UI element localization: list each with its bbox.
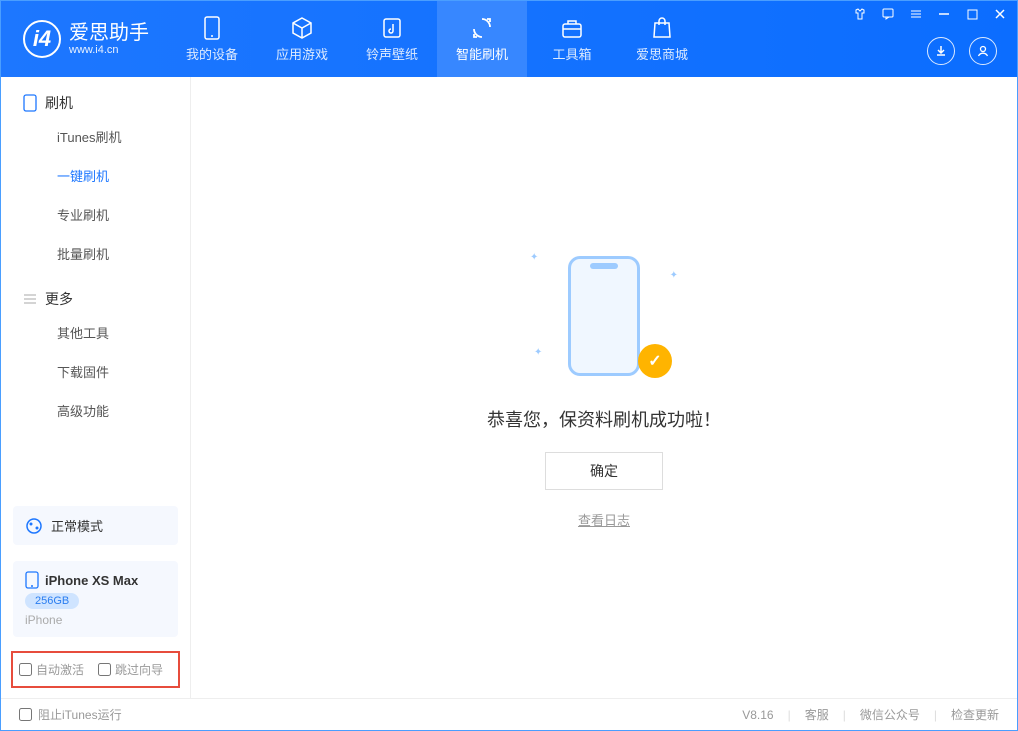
close-button[interactable] bbox=[993, 7, 1007, 21]
capacity-badge: 256GB bbox=[25, 593, 79, 609]
sidebar-group-flash: 刷机 bbox=[1, 77, 190, 117]
sidebar-item-batch-flash[interactable]: 批量刷机 bbox=[1, 234, 190, 273]
sidebar-item-oneclick-flash[interactable]: 一键刷机 bbox=[1, 156, 190, 195]
skip-guide-checkbox[interactable]: 跳过向导 bbox=[98, 661, 163, 678]
tab-label: 爱思商城 bbox=[636, 44, 688, 63]
sidebar-item-pro-flash[interactable]: 专业刷机 bbox=[1, 195, 190, 234]
sidebar-item-other-tools[interactable]: 其他工具 bbox=[1, 313, 190, 352]
brand-name: 爱思助手 bbox=[69, 22, 149, 44]
skip-guide-input[interactable] bbox=[98, 663, 111, 676]
header-actions bbox=[927, 37, 997, 65]
ok-button[interactable]: 确定 bbox=[545, 452, 663, 490]
logo-icon: i4 bbox=[23, 20, 61, 58]
phone-small-icon bbox=[23, 94, 37, 112]
tab-label: 应用游戏 bbox=[276, 44, 328, 63]
success-message: 恭喜您，保资料刷机成功啦！ bbox=[487, 406, 721, 432]
auto-activate-checkbox[interactable]: 自动激活 bbox=[19, 661, 84, 678]
main-content: ✦ ✦ ✦ ✓ 恭喜您，保资料刷机成功啦！ 确定 查看日志 bbox=[191, 77, 1017, 698]
feedback-icon[interactable] bbox=[881, 7, 895, 21]
toolbox-icon bbox=[560, 16, 584, 40]
logo[interactable]: i4 爱思助手 www.i4.cn bbox=[1, 20, 167, 58]
divider: | bbox=[788, 708, 791, 722]
wechat-link[interactable]: 微信公众号 bbox=[860, 706, 920, 723]
phone-illustration bbox=[568, 256, 640, 376]
shopping-bag-icon bbox=[650, 16, 674, 40]
maximize-button[interactable] bbox=[965, 7, 979, 21]
check-update-link[interactable]: 检查更新 bbox=[951, 706, 999, 723]
minimize-button[interactable] bbox=[937, 7, 951, 21]
version-label: V8.16 bbox=[742, 708, 773, 722]
download-button[interactable] bbox=[927, 37, 955, 65]
auto-activate-label: 自动激活 bbox=[36, 661, 84, 678]
block-itunes-checkbox[interactable]: 阻止iTunes运行 bbox=[19, 706, 122, 723]
tab-label: 我的设备 bbox=[186, 44, 238, 63]
tab-label: 智能刷机 bbox=[456, 44, 508, 63]
device-name-text: iPhone XS Max bbox=[45, 573, 138, 588]
mode-icon bbox=[25, 517, 43, 535]
sparkle-icon: ✦ bbox=[534, 347, 542, 358]
success-check-icon: ✓ bbox=[638, 344, 672, 378]
brand-url: www.i4.cn bbox=[69, 44, 149, 56]
menu-icon[interactable] bbox=[909, 7, 923, 21]
tab-label: 铃声壁纸 bbox=[366, 44, 418, 63]
refresh-shield-icon bbox=[470, 16, 494, 40]
tab-ringtone-wallpaper[interactable]: 铃声壁纸 bbox=[347, 1, 437, 77]
block-itunes-input[interactable] bbox=[19, 708, 32, 721]
shirt-icon[interactable] bbox=[853, 7, 867, 21]
cube-icon bbox=[290, 16, 314, 40]
nav-tabs: 我的设备 应用游戏 铃声壁纸 智能刷机 工具箱 爱思商城 bbox=[167, 1, 707, 77]
divider: | bbox=[934, 708, 937, 722]
mode-label: 正常模式 bbox=[51, 516, 103, 535]
tab-my-device[interactable]: 我的设备 bbox=[167, 1, 257, 77]
sidebar-item-itunes-flash[interactable]: iTunes刷机 bbox=[1, 117, 190, 156]
device-box[interactable]: iPhone XS Max 256GB iPhone bbox=[13, 561, 178, 637]
skip-guide-label: 跳过向导 bbox=[115, 661, 163, 678]
tab-store[interactable]: 爱思商城 bbox=[617, 1, 707, 77]
sidebar-item-advanced[interactable]: 高级功能 bbox=[1, 391, 190, 430]
sidebar-group-more: 更多 bbox=[1, 273, 190, 313]
device-type: iPhone bbox=[25, 613, 62, 627]
user-button[interactable] bbox=[969, 37, 997, 65]
tab-label: 工具箱 bbox=[552, 44, 591, 63]
divider: | bbox=[843, 708, 846, 722]
support-link[interactable]: 客服 bbox=[805, 706, 829, 723]
footer: 阻止iTunes运行 V8.16 | 客服 | 微信公众号 | 检查更新 bbox=[1, 698, 1017, 730]
phone-icon bbox=[200, 16, 224, 40]
tab-smart-flash[interactable]: 智能刷机 bbox=[437, 1, 527, 77]
device-icon bbox=[25, 571, 39, 589]
more-lines-icon bbox=[23, 292, 37, 306]
window-controls bbox=[853, 7, 1007, 21]
group-label: 刷机 bbox=[45, 93, 73, 113]
sidebar: 刷机 iTunes刷机 一键刷机 专业刷机 批量刷机 更多 其他工具 下载固件 … bbox=[1, 77, 191, 698]
music-note-icon bbox=[380, 16, 404, 40]
mode-box[interactable]: 正常模式 bbox=[13, 506, 178, 545]
sparkle-icon: ✦ bbox=[670, 270, 678, 281]
group-label: 更多 bbox=[45, 289, 73, 309]
auto-activate-input[interactable] bbox=[19, 663, 32, 676]
sidebar-item-download-firmware[interactable]: 下载固件 bbox=[1, 352, 190, 391]
block-itunes-label: 阻止iTunes运行 bbox=[38, 706, 122, 723]
tab-toolbox[interactable]: 工具箱 bbox=[527, 1, 617, 77]
success-illustration: ✦ ✦ ✦ ✓ bbox=[544, 246, 664, 386]
bottom-options-highlight: 自动激活 跳过向导 bbox=[11, 651, 180, 688]
phone-notch bbox=[590, 263, 618, 269]
header: i4 爱思助手 www.i4.cn 我的设备 应用游戏 铃声壁纸 智能刷机 工具… bbox=[1, 1, 1017, 77]
sparkle-icon: ✦ bbox=[530, 252, 538, 263]
tab-apps-games[interactable]: 应用游戏 bbox=[257, 1, 347, 77]
view-log-link[interactable]: 查看日志 bbox=[578, 510, 630, 529]
